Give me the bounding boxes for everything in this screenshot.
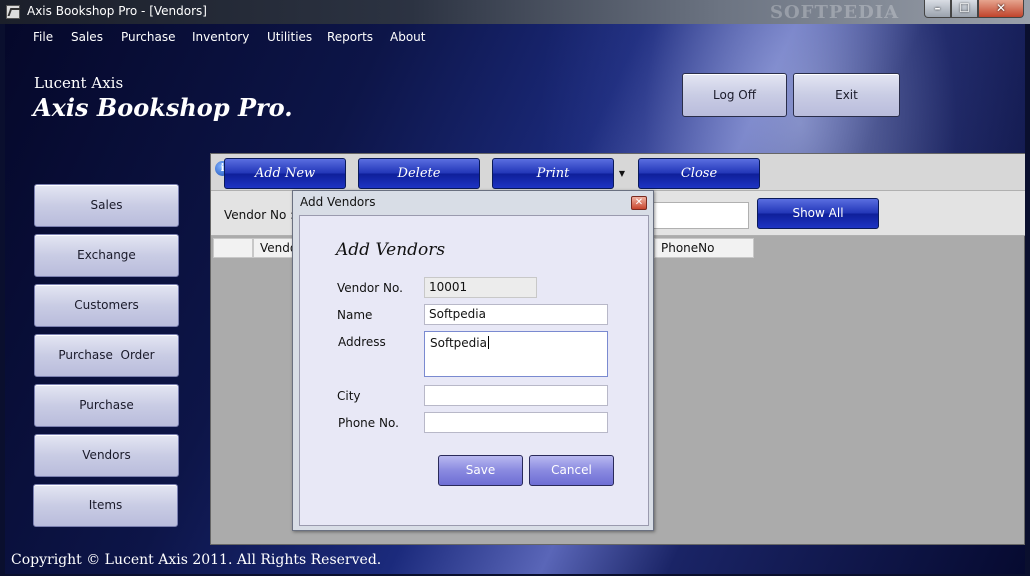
app-icon — [6, 5, 20, 19]
delete-button[interactable]: Delete — [358, 158, 480, 189]
toolbar: i Add New Delete Print ▼ Close — [211, 154, 1025, 191]
add-vendors-dialog: Add Vendors ✕ Add Vendors Vendor No. 100… — [292, 190, 654, 531]
print-button[interactable]: Print — [492, 158, 614, 189]
vendor-no-field: 10001 — [424, 277, 537, 298]
menu-utilities[interactable]: Utilities — [267, 30, 312, 44]
dialog-title: Add Vendors — [300, 195, 376, 209]
sidebar-purchase-button[interactable]: Purchase — [34, 384, 179, 427]
close-window-button[interactable]: ✕ — [978, 0, 1024, 18]
address-value: Softpedia — [430, 336, 487, 350]
grid-header-cell — [213, 238, 253, 258]
exit-button[interactable]: Exit — [793, 73, 900, 117]
menu-purchase[interactable]: Purchase — [121, 30, 176, 44]
menu-sales[interactable]: Sales — [71, 30, 103, 44]
vendor-search-input[interactable] — [651, 202, 749, 229]
dialog-heading: Add Vendors — [336, 240, 446, 260]
sidebar-sales-button[interactable]: Sales — [34, 184, 179, 227]
sidebar-customers-button[interactable]: Customers — [34, 284, 179, 327]
vendor-no-search-label: Vendor No : — [224, 208, 295, 222]
address-field[interactable]: Softpedia — [424, 331, 608, 377]
city-label: City — [337, 389, 361, 403]
brand-company: Lucent Axis — [34, 74, 124, 92]
maximize-icon: ☐ — [959, 1, 970, 15]
dialog-close-button[interactable]: ✕ — [631, 196, 647, 210]
watermark: SOFTPEDIA — [770, 2, 900, 23]
grid-header-cell[interactable]: PhoneNo — [654, 238, 754, 258]
minimize-button[interactable]: – — [924, 0, 951, 18]
add-new-button[interactable]: Add New — [224, 158, 346, 189]
show-all-button[interactable]: Show All — [757, 198, 879, 229]
sidebar-purchase-order-button[interactable]: Purchase Order — [34, 334, 179, 377]
close-icon: ✕ — [634, 197, 644, 208]
brand-product: Axis Bookshop Pro. — [33, 93, 293, 122]
name-field[interactable]: Softpedia — [424, 304, 608, 325]
address-label: Address — [338, 335, 386, 349]
copyright-footer: Copyright © Lucent Axis 2011. All Rights… — [11, 552, 382, 568]
menu-inventory[interactable]: Inventory — [192, 30, 249, 44]
menu-file[interactable]: File — [33, 30, 53, 44]
save-button[interactable]: Save — [438, 455, 523, 486]
text-caret — [487, 336, 489, 349]
sidebar-items-button[interactable]: Items — [33, 484, 178, 527]
vendor-no-label: Vendor No. — [337, 281, 403, 295]
close-icon: ✕ — [995, 1, 1007, 15]
minimize-icon: – — [934, 1, 941, 15]
phone-no-field[interactable] — [424, 412, 608, 433]
cancel-button[interactable]: Cancel — [529, 455, 614, 486]
dialog-body: Add Vendors Vendor No. 10001 Name Softpe… — [299, 215, 649, 526]
print-dropdown-icon[interactable]: ▼ — [615, 158, 629, 189]
maximize-button[interactable]: ☐ — [951, 0, 978, 18]
sidebar-exchange-button[interactable]: Exchange — [34, 234, 179, 277]
close-button[interactable]: Close — [638, 158, 760, 189]
name-label: Name — [337, 308, 373, 322]
city-field[interactable] — [424, 385, 608, 406]
sidebar-vendors-button[interactable]: Vendors — [34, 434, 179, 477]
menu-reports[interactable]: Reports — [327, 30, 373, 44]
phone-no-label: Phone No. — [338, 416, 399, 430]
log-off-button[interactable]: Log Off — [682, 73, 787, 117]
menu-about[interactable]: About — [390, 30, 425, 44]
title-bar: Axis Bookshop Pro - [Vendors] SOFTPEDIA … — [0, 0, 1030, 24]
window-title: Axis Bookshop Pro - [Vendors] — [27, 4, 207, 18]
